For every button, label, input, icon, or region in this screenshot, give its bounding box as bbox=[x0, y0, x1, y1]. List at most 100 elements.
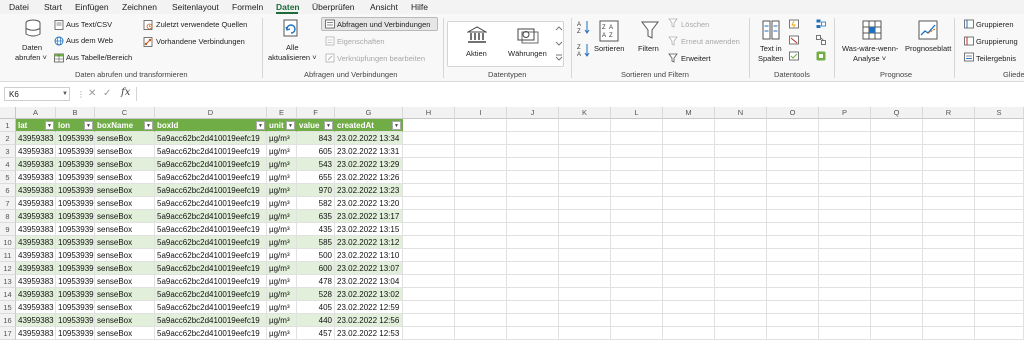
empty-cell[interactable] bbox=[559, 288, 611, 301]
row-header[interactable]: 2 bbox=[0, 132, 16, 145]
column-header[interactable]: N bbox=[715, 107, 767, 119]
filter-dropdown-icon[interactable]: ▼ bbox=[84, 121, 93, 130]
empty-cell[interactable] bbox=[871, 223, 923, 236]
table-cell[interactable]: senseBox bbox=[95, 145, 155, 158]
sort-za-icon[interactable]: Z A bbox=[577, 43, 591, 57]
table-cell[interactable]: 843 bbox=[297, 132, 335, 145]
forecast-sheet-icon[interactable] bbox=[918, 20, 938, 40]
table-cell[interactable]: senseBox bbox=[95, 132, 155, 145]
empty-cell[interactable] bbox=[507, 158, 559, 171]
table-cell[interactable]: 43959383 bbox=[16, 262, 56, 275]
table-cell[interactable]: 43959383 bbox=[16, 327, 56, 340]
empty-cell[interactable] bbox=[455, 327, 507, 340]
empty-cell[interactable] bbox=[663, 171, 715, 184]
table-cell[interactable]: 457 bbox=[297, 327, 335, 340]
table-cell[interactable]: 5a9acc62bc2d410019eefc19 bbox=[155, 327, 267, 340]
tab-formeln[interactable]: Formeln bbox=[232, 2, 263, 12]
empty-cell[interactable] bbox=[767, 197, 819, 210]
empty-cell[interactable] bbox=[819, 314, 871, 327]
table-cell[interactable]: µg/m³ bbox=[267, 210, 297, 223]
empty-cell[interactable] bbox=[871, 171, 923, 184]
tab-zeichnen[interactable]: Zeichnen bbox=[122, 2, 157, 12]
empty-cell[interactable] bbox=[611, 262, 663, 275]
empty-cell[interactable] bbox=[767, 249, 819, 262]
column-header[interactable]: B bbox=[56, 107, 95, 119]
empty-cell[interactable] bbox=[663, 236, 715, 249]
table-cell[interactable]: 43959383 bbox=[16, 145, 56, 158]
database-icon[interactable] bbox=[24, 19, 42, 39]
table-cell[interactable]: 23.02.2022 13:04 bbox=[335, 275, 403, 288]
table-cell[interactable]: 585 bbox=[297, 236, 335, 249]
empty-cell[interactable] bbox=[611, 249, 663, 262]
empty-cell[interactable] bbox=[923, 197, 975, 210]
empty-cell[interactable] bbox=[975, 236, 1024, 249]
column-header[interactable]: F bbox=[297, 107, 335, 119]
filter-dropdown-icon[interactable]: ▼ bbox=[144, 121, 153, 130]
empty-cell[interactable] bbox=[507, 275, 559, 288]
empty-cell[interactable] bbox=[611, 158, 663, 171]
filter-dropdown-icon[interactable]: ▼ bbox=[286, 121, 295, 130]
edit-links-button[interactable]: Verknüpfungen bearbeiten bbox=[337, 54, 425, 63]
table-cell[interactable]: 10953939 bbox=[56, 236, 95, 249]
empty-cell[interactable] bbox=[767, 327, 819, 340]
table-cell[interactable]: µg/m³ bbox=[267, 327, 297, 340]
row-header[interactable]: 16 bbox=[0, 314, 16, 327]
stocks-button[interactable]: Aktien bbox=[466, 49, 487, 58]
column-header[interactable]: P bbox=[819, 107, 871, 119]
empty-cell[interactable] bbox=[975, 132, 1024, 145]
empty-cell[interactable] bbox=[611, 132, 663, 145]
empty-cell[interactable] bbox=[507, 171, 559, 184]
empty-cell[interactable] bbox=[455, 236, 507, 249]
empty-cell[interactable] bbox=[923, 223, 975, 236]
empty-cell[interactable] bbox=[715, 171, 767, 184]
text-to-columns-label-2[interactable]: Spalten bbox=[758, 54, 783, 63]
empty-cell[interactable] bbox=[611, 236, 663, 249]
table-cell[interactable]: µg/m³ bbox=[267, 301, 297, 314]
empty-cell[interactable] bbox=[871, 119, 923, 132]
get-data-label[interactable]: Daten bbox=[22, 43, 42, 52]
table-cell[interactable]: 5a9acc62bc2d410019eefc19 bbox=[155, 314, 267, 327]
filter-dropdown-icon[interactable]: ▼ bbox=[324, 121, 333, 130]
table-cell[interactable]: 5a9acc62bc2d410019eefc19 bbox=[155, 171, 267, 184]
empty-cell[interactable] bbox=[767, 301, 819, 314]
empty-cell[interactable] bbox=[611, 288, 663, 301]
table-cell[interactable]: 43959383 bbox=[16, 314, 56, 327]
empty-cell[interactable] bbox=[715, 327, 767, 340]
empty-cell[interactable] bbox=[611, 171, 663, 184]
empty-cell[interactable] bbox=[455, 158, 507, 171]
table-cell[interactable]: µg/m³ bbox=[267, 197, 297, 210]
empty-cell[interactable] bbox=[819, 158, 871, 171]
empty-cell[interactable] bbox=[403, 171, 455, 184]
empty-cell[interactable] bbox=[455, 197, 507, 210]
table-cell[interactable]: 10953939 bbox=[56, 145, 95, 158]
insert-function-icon[interactable]: fx bbox=[121, 87, 130, 98]
table-cell[interactable]: 10953939 bbox=[56, 262, 95, 275]
empty-cell[interactable] bbox=[559, 197, 611, 210]
empty-cell[interactable] bbox=[403, 132, 455, 145]
table-cell[interactable]: 528 bbox=[297, 288, 335, 301]
empty-cell[interactable] bbox=[559, 249, 611, 262]
table-cell[interactable]: 435 bbox=[297, 223, 335, 236]
empty-cell[interactable] bbox=[663, 223, 715, 236]
empty-cell[interactable] bbox=[455, 119, 507, 132]
table-cell[interactable]: senseBox bbox=[95, 314, 155, 327]
table-cell[interactable]: senseBox bbox=[95, 262, 155, 275]
empty-cell[interactable] bbox=[923, 119, 975, 132]
empty-cell[interactable] bbox=[923, 171, 975, 184]
empty-cell[interactable] bbox=[611, 314, 663, 327]
empty-cell[interactable] bbox=[663, 262, 715, 275]
from-table-button[interactable]: Aus Tabelle/Bereich bbox=[66, 53, 132, 62]
empty-cell[interactable] bbox=[819, 197, 871, 210]
empty-cell[interactable] bbox=[923, 275, 975, 288]
row-header[interactable]: 3 bbox=[0, 145, 16, 158]
empty-cell[interactable] bbox=[715, 184, 767, 197]
row-header[interactable]: 10 bbox=[0, 236, 16, 249]
clear-filter-button[interactable]: Löschen bbox=[681, 20, 709, 29]
table-cell[interactable]: µg/m³ bbox=[267, 275, 297, 288]
empty-cell[interactable] bbox=[611, 301, 663, 314]
table-cell[interactable]: 23.02.2022 12:59 bbox=[335, 301, 403, 314]
column-header[interactable]: D bbox=[155, 107, 267, 119]
tab-einfuegen[interactable]: Einfügen bbox=[75, 2, 109, 12]
tab-ansicht[interactable]: Ansicht bbox=[370, 2, 398, 12]
table-cell[interactable]: senseBox bbox=[95, 171, 155, 184]
